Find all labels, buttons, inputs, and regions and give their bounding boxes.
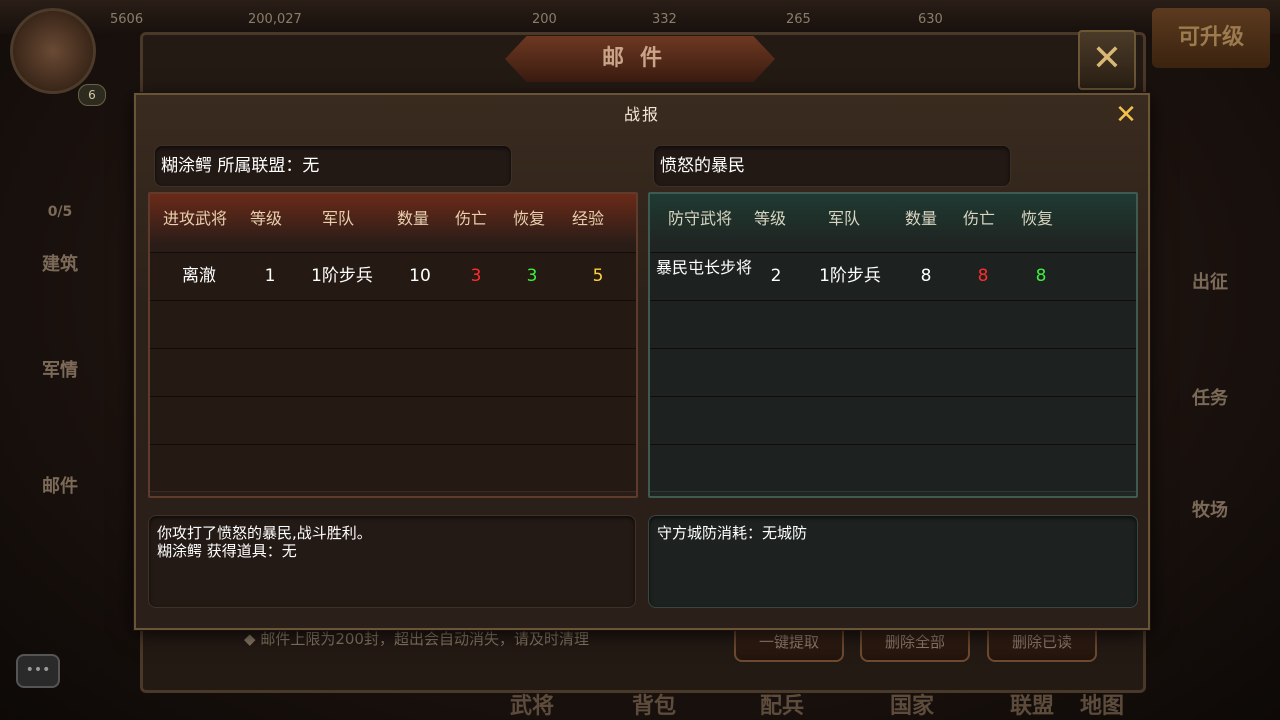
table-row-empty [150, 396, 636, 445]
mail-limit-note: ◆ 邮件上限为200封，超出会自动消失，请及时清理 [244, 630, 589, 648]
col-level: 等级 [249, 209, 282, 228]
mail-close-icon[interactable]: ✕ [1078, 30, 1136, 90]
nav-backpack[interactable]: 背包 [632, 688, 676, 720]
resource-silver: 630 [918, 12, 943, 27]
table-row-empty [650, 396, 1136, 445]
chat-icon[interactable]: ••• [16, 654, 60, 688]
resource-stone: 332 [652, 12, 677, 27]
attacker-level: 1 [264, 266, 276, 286]
attacker-casualties: 3 [470, 266, 482, 286]
items-gained-text: 糊涂鳄 获得道具：无 [157, 542, 297, 560]
defender-recovered: 8 [1035, 266, 1047, 286]
nav-alliance[interactable]: 联盟 [1010, 688, 1054, 720]
attacker-recovered: 3 [526, 266, 538, 286]
table-row-empty [150, 300, 636, 349]
defender-casualties: 8 [977, 266, 989, 286]
col-casualties: 伤亡 [962, 209, 995, 228]
col-recovered: 恢复 [1020, 209, 1053, 228]
table-row-empty [650, 348, 1136, 397]
upgrade-button[interactable]: 可升级 [1152, 8, 1270, 68]
nav-troops[interactable]: 配兵 [760, 688, 804, 720]
resource-iron: 265 [786, 12, 811, 27]
attacker-count: 10 [409, 266, 431, 286]
defender-name-box: 愤怒的暴民 [653, 145, 1011, 187]
attacker-troop: 1阶步兵 [311, 266, 373, 286]
bottom-nav: 武将 背包 配兵 国家 联盟 地图 [470, 684, 1130, 720]
sidebar-mail[interactable]: 邮件 [20, 472, 100, 498]
resource-gold: 5606 [110, 12, 144, 27]
table-row: 暴民屯长步将 2 1阶步兵 8 8 8 [650, 252, 1136, 301]
attacker-table-header: 进攻武将 等级 军队 数量 伤亡 恢复 经验 [150, 194, 636, 244]
attacker-exp: 5 [592, 266, 604, 286]
table-row: 离澈 1 1阶步兵 10 3 3 5 [150, 252, 636, 301]
resource-bar: 5606 200,027 200 332 265 630 [0, 0, 1280, 34]
defender-troop: 1阶步兵 [819, 266, 881, 286]
battle-result-text: 你攻打了愤怒的暴民,战斗胜利。 [157, 524, 372, 542]
attacker-summary: 你攻打了愤怒的暴民,战斗胜利。 糊涂鳄 获得道具：无 [148, 515, 636, 608]
col-troop: 军队 [321, 209, 354, 228]
col-recovered: 恢复 [512, 209, 545, 228]
col-exp: 经验 [571, 209, 604, 228]
sidebar-build[interactable]: 建筑 [20, 250, 100, 276]
player-avatar[interactable] [10, 8, 96, 94]
battle-report-dialog: 战报 ✕ 糊涂鳄 所属联盟：无 愤怒的暴民 进攻武将 等级 军队 数量 伤亡 恢… [134, 93, 1150, 630]
defender-count: 8 [920, 266, 932, 286]
defense-consumption-text: 守方城防消耗：无城防 [657, 524, 808, 542]
resource-wood: 200 [532, 12, 557, 27]
table-row-empty [650, 300, 1136, 349]
col-defend-general: 防守武将 [667, 209, 732, 228]
table-row-empty [650, 444, 1136, 492]
attacker-general: 离澈 [182, 266, 216, 286]
col-level: 等级 [753, 209, 786, 228]
dialog-title: 战报 [623, 105, 660, 124]
col-casualties: 伤亡 [454, 209, 487, 228]
sidebar-ranch[interactable]: 牧场 [1170, 496, 1250, 522]
left-sidebar: 0/5 建筑 军情 邮件 [0, 100, 140, 720]
mail-window-title: 邮件 [505, 36, 775, 82]
close-icon[interactable]: ✕ [1114, 102, 1138, 128]
table-row-empty [150, 348, 636, 397]
col-count: 数量 [396, 209, 429, 228]
defender-table-header: 防守武将 等级 军队 数量 伤亡 恢复 [650, 194, 1136, 244]
nav-generals[interactable]: 武将 [510, 688, 554, 720]
attacker-name-box: 糊涂鳄 所属联盟：无 [154, 145, 512, 187]
col-count: 数量 [904, 209, 937, 228]
defender-table: 防守武将 等级 军队 数量 伤亡 恢复 暴民屯长步将 2 1阶步兵 8 8 8 [648, 192, 1138, 498]
resource-food: 200,027 [248, 12, 302, 27]
right-sidebar: 可升级 出征 任务 牧场 [1140, 0, 1280, 720]
sidebar-quest[interactable]: 任务 [1170, 384, 1250, 410]
nav-country[interactable]: 国家 [890, 688, 934, 720]
col-attack-general: 进攻武将 [162, 209, 227, 228]
attacker-table: 进攻武将 等级 军队 数量 伤亡 恢复 经验 离澈 1 1阶步兵 10 3 3 … [148, 192, 638, 498]
defender-general: 暴民屯长步将 [655, 258, 752, 277]
defender-summary: 守方城防消耗：无城防 [648, 515, 1138, 608]
table-row-empty [150, 444, 636, 492]
nav-map[interactable]: 地图 [1080, 688, 1124, 720]
sidebar-march[interactable]: 出征 [1170, 268, 1250, 294]
build-queue-count: 0/5 [47, 204, 73, 220]
defender-level: 2 [770, 266, 782, 286]
sidebar-intel[interactable]: 军情 [20, 356, 100, 382]
col-troop: 军队 [827, 209, 860, 228]
